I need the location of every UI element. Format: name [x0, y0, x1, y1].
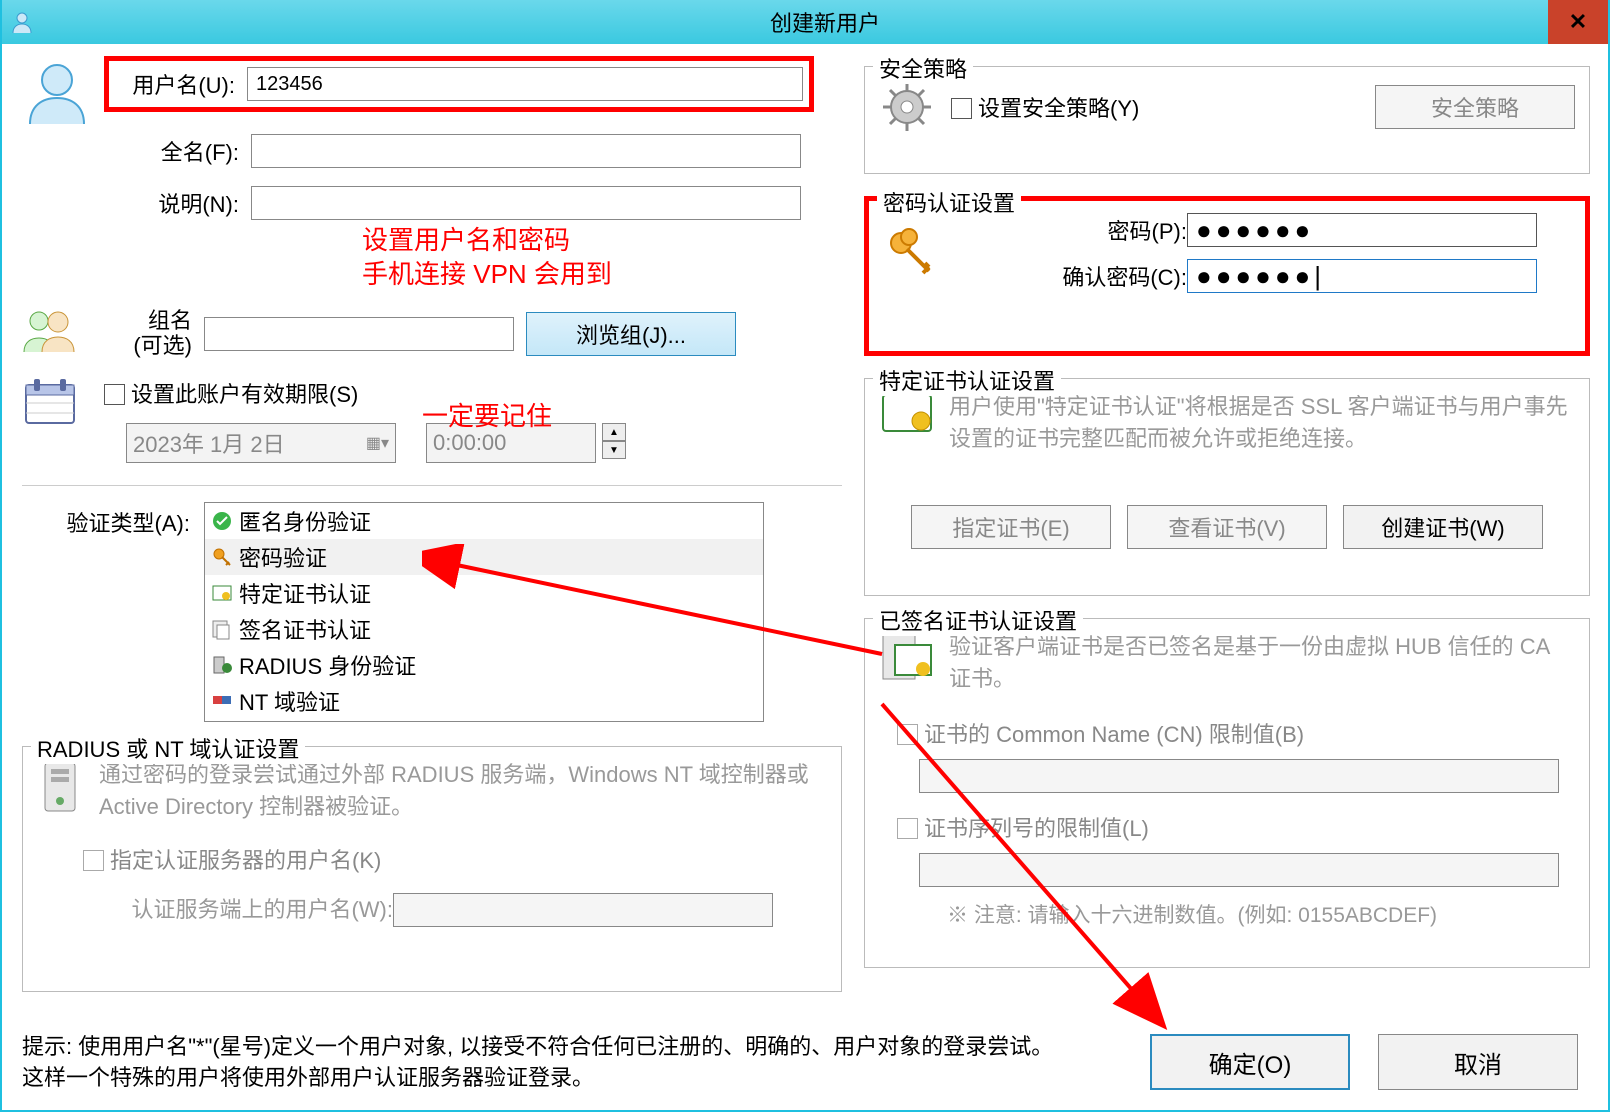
auth-signed-cert[interactable]: 签名证书认证	[205, 611, 763, 647]
pwd-title: 密码认证设置	[877, 186, 1021, 218]
browse-group-button[interactable]: 浏览组(J)...	[526, 312, 736, 356]
expire-date-picker[interactable]: 2023年 1月 2日 ▦▾	[126, 423, 396, 463]
footer-tip: 提示: 使用用户名"*"(星号)定义一个用户对象, 以接受不符合任何已注册的、明…	[22, 1032, 1062, 1094]
signed-cert-icon	[879, 631, 935, 687]
radius-username-input	[393, 893, 773, 927]
title-bar: 创建新用户	[2, 0, 1608, 44]
view-cert-button: 查看证书(V)	[1127, 505, 1327, 549]
desc-label: 说明(N):	[104, 187, 239, 219]
sec-policy-title: 安全策略	[873, 52, 973, 84]
server-icon	[37, 759, 83, 820]
cert-icon	[879, 391, 935, 447]
auth-type-listbox[interactable]: 匿名身份验证 密码验证 特定证书认证 签名证书认证 RADIUS 身份验证 NT…	[204, 502, 764, 722]
hex-note: ※ 注意: 请输入十六进制数值。(例如: 0155ABCDEF)	[947, 901, 1575, 931]
radius-field-label: 认证服务端上的用户名(W):	[83, 894, 393, 926]
keys-icon	[883, 225, 939, 281]
username-input[interactable]	[247, 67, 803, 101]
group-label2: (可选)	[104, 334, 192, 358]
group-label1: 组名	[104, 309, 192, 333]
sec-policy-button: 安全策略	[1375, 85, 1575, 129]
auth-anonymous[interactable]: 匿名身份验证	[205, 503, 763, 539]
auth-nt[interactable]: NT 域验证	[205, 683, 763, 719]
fullname-label: 全名(F):	[104, 135, 239, 167]
user-icon	[11, 11, 33, 33]
create-cert-button[interactable]: 创建证书(W)	[1343, 505, 1543, 549]
cert-desc: 用户使用"特定证书认证"将根据是否 SSL 客户端证书与用户事先设置的证书完整匹…	[949, 391, 1575, 455]
radius-desc: 通过密码的登录尝试通过外部 RADIUS 服务端，Windows NT 域控制器…	[99, 759, 827, 823]
annotation-vpn: 设置用户名和密码 手机连接 VPN 会用到	[362, 224, 612, 292]
confirm-pwd-label: 确认密码(C):	[957, 260, 1187, 292]
confirm-password-input[interactable]: ●●●●●●|	[1187, 259, 1537, 293]
fullname-input[interactable]	[251, 134, 801, 168]
window-title: 创建新用户	[42, 6, 1608, 38]
cn-checkbox	[897, 724, 918, 745]
sec-policy-checkbox[interactable]	[951, 98, 972, 119]
close-button[interactable]	[1548, 0, 1608, 44]
radius-chk	[83, 850, 104, 871]
group-input[interactable]	[204, 317, 514, 351]
group-icon	[22, 308, 92, 359]
sn-input	[919, 853, 1559, 887]
user-large-icon	[22, 56, 92, 126]
password-input[interactable]: ●●●●●●	[1187, 213, 1537, 247]
signed-title: 已签名证书认证设置	[873, 604, 1083, 636]
create-user-dialog: 创建新用户 用户名(U): 全名(F):	[0, 0, 1610, 1112]
auth-password[interactable]: 密码验证	[205, 539, 763, 575]
gear-icon	[879, 79, 935, 135]
auth-type-label: 验证类型(A):	[22, 502, 190, 722]
cancel-button[interactable]: 取消	[1378, 1034, 1578, 1090]
sn-checkbox	[897, 818, 918, 839]
calendar-icon	[22, 377, 92, 432]
cert-title: 特定证书认证设置	[873, 364, 1061, 396]
desc-input[interactable]	[251, 186, 801, 220]
auth-specific-cert[interactable]: 特定证书认证	[205, 575, 763, 611]
time-spinner[interactable]: ▲▼	[602, 423, 626, 463]
specify-cert-button: 指定证书(E)	[911, 505, 1111, 549]
signed-desc: 验证客户端证书是否已签名是基于一份由虚拟 HUB 信任的 CA 证书。	[949, 631, 1575, 695]
annotation-remember: 一定要记住	[422, 400, 552, 434]
expire-checkbox[interactable]	[104, 384, 125, 405]
radius-title: RADIUS 或 NT 域认证设置	[31, 732, 305, 764]
username-label: 用户名(U):	[115, 68, 235, 100]
pwd-label: 密码(P):	[957, 214, 1187, 246]
auth-radius[interactable]: RADIUS 身份验证	[205, 647, 763, 683]
ok-button[interactable]: 确定(O)	[1150, 1034, 1350, 1090]
cn-input	[919, 759, 1559, 793]
